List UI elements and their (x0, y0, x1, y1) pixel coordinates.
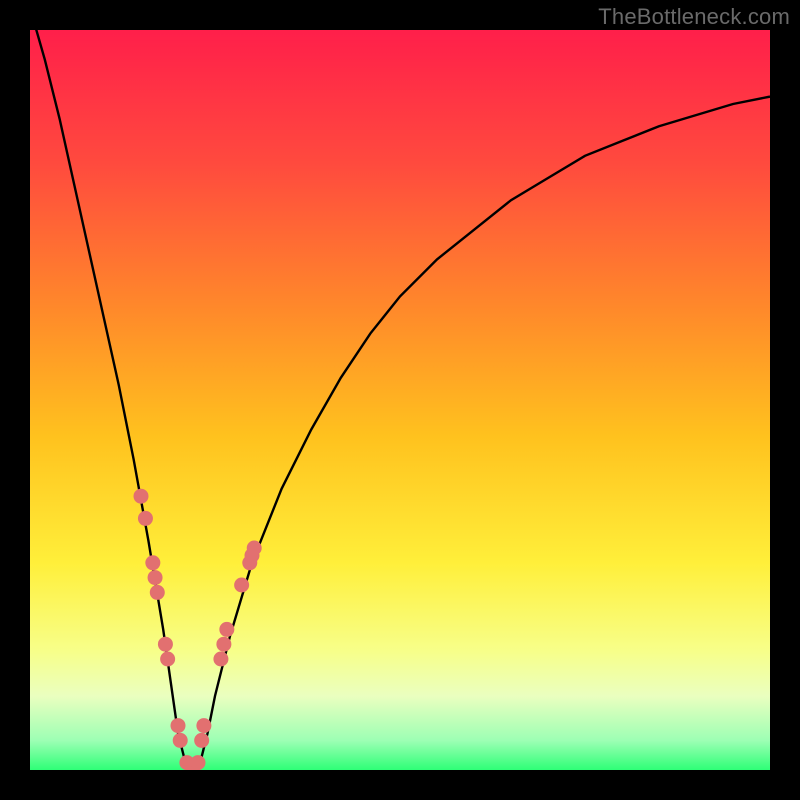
dot (138, 511, 153, 526)
attribution-label: TheBottleneck.com (598, 4, 790, 30)
dot (194, 733, 209, 748)
dot (160, 652, 175, 667)
dot (171, 718, 186, 733)
dot (173, 733, 188, 748)
dot (150, 585, 165, 600)
dot (134, 489, 149, 504)
curve-layer (30, 30, 770, 770)
chart-frame: TheBottleneck.com (0, 0, 800, 800)
dot (247, 541, 262, 556)
highlight-dots (134, 489, 262, 770)
dot (196, 718, 211, 733)
plot-area (30, 30, 770, 770)
dot (145, 555, 160, 570)
dot (190, 755, 205, 770)
dot (213, 652, 228, 667)
dot (234, 578, 249, 593)
bottleneck-curve (30, 30, 770, 770)
dot (216, 637, 231, 652)
dot (158, 637, 173, 652)
dot (219, 622, 234, 637)
dot (148, 570, 163, 585)
